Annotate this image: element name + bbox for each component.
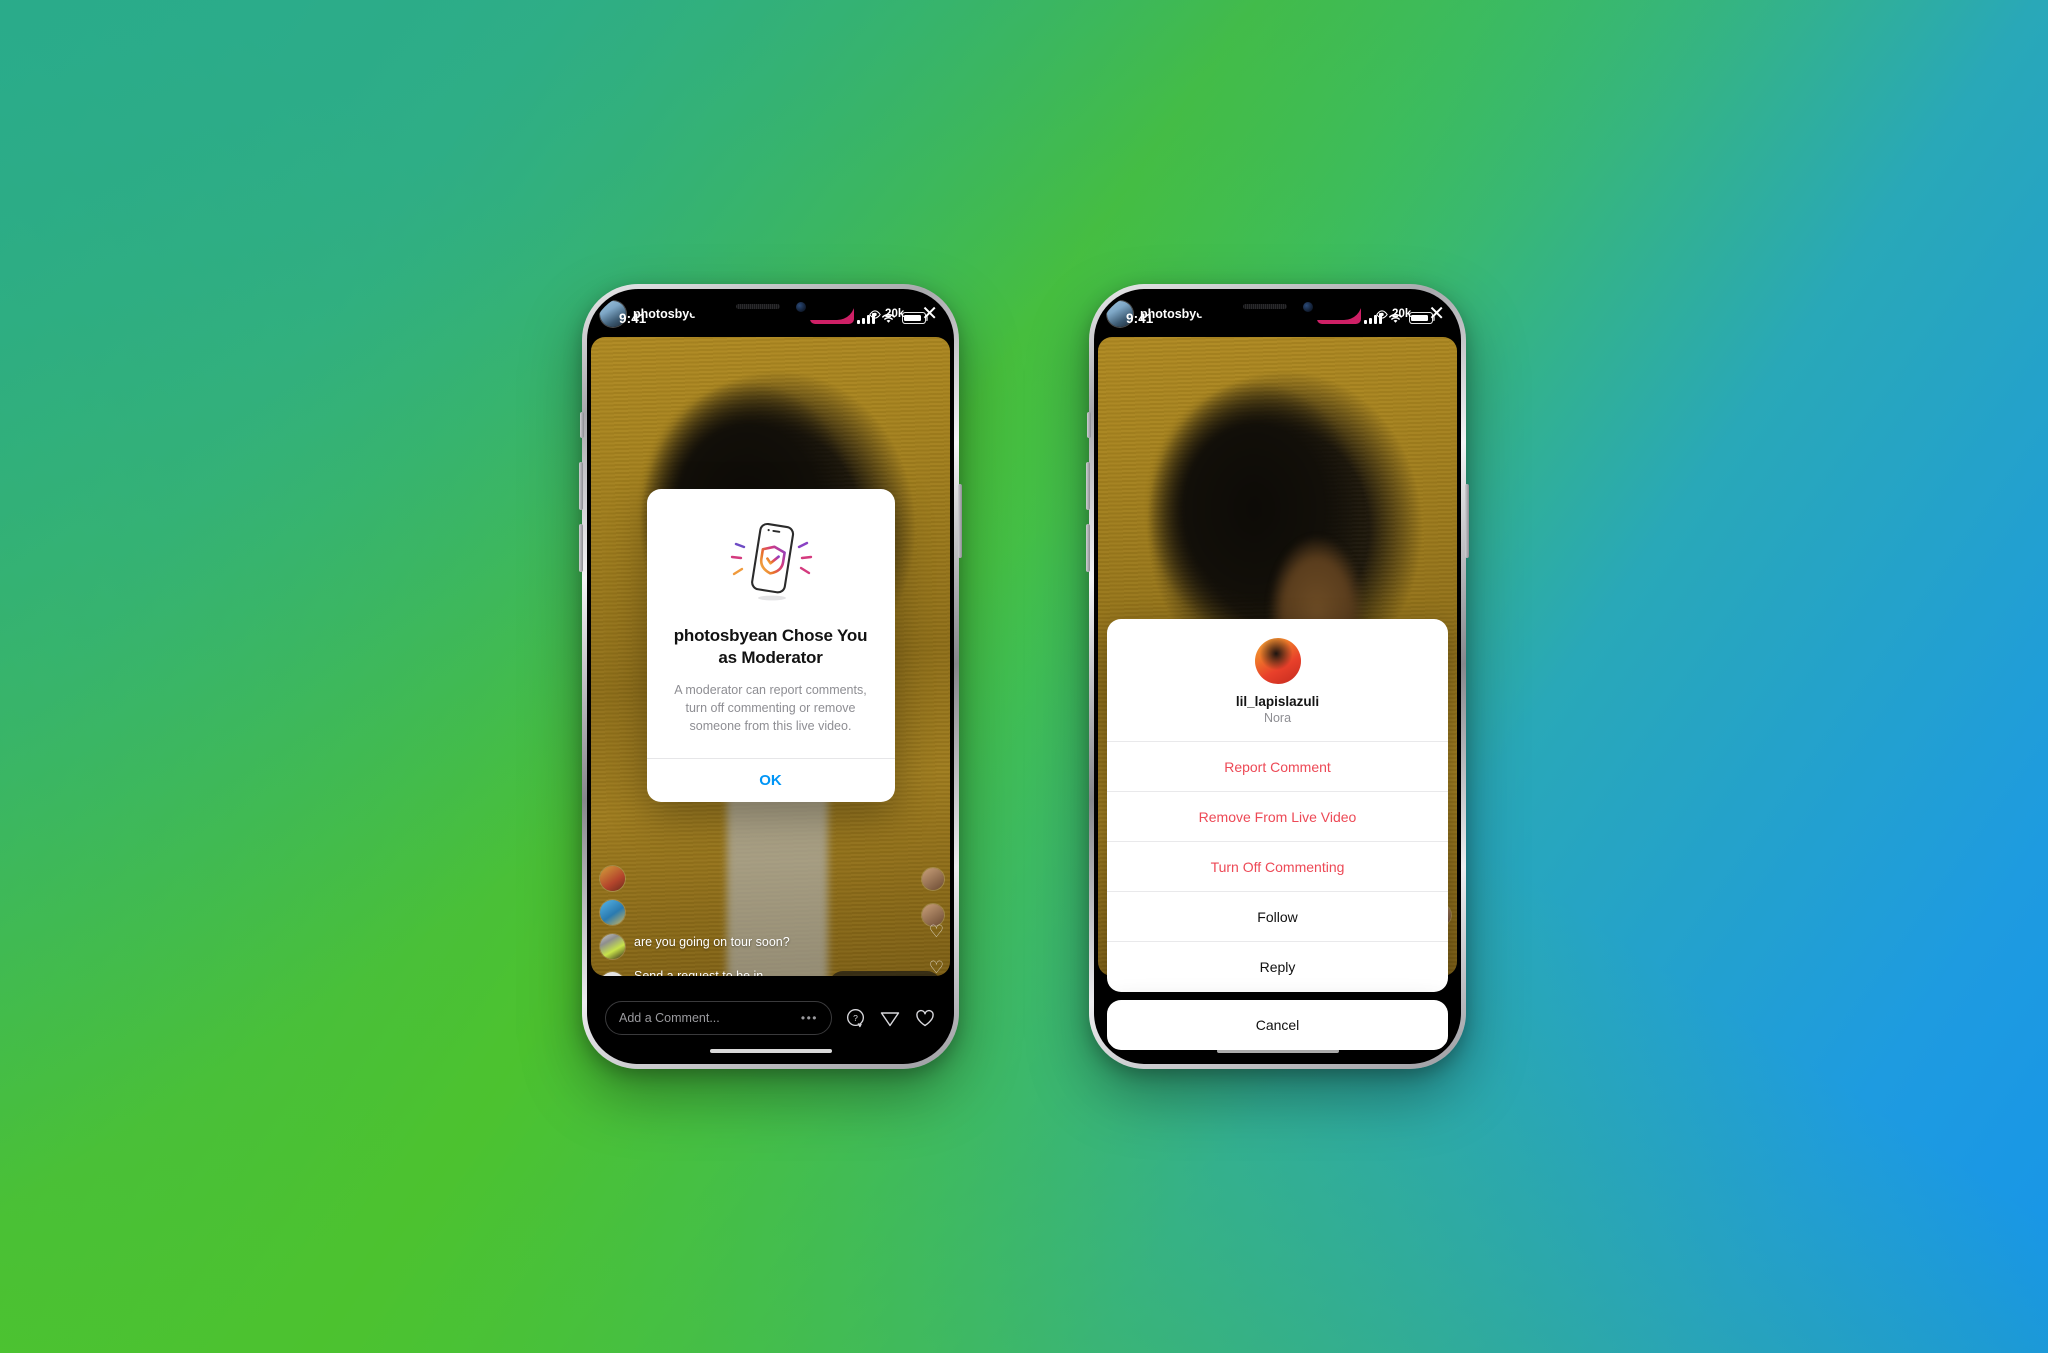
cellular-signal-icon — [1364, 312, 1382, 324]
cancel-button[interactable]: Cancel — [1107, 1000, 1448, 1050]
front-camera-icon — [795, 301, 806, 312]
ok-button[interactable]: OK — [646, 757, 895, 802]
volume-up-button[interactable] — [1086, 462, 1090, 510]
avatar — [600, 866, 625, 891]
wifi-icon — [882, 313, 895, 323]
phone-right-screen: 9:41 photosbyean 20k ✕ lil_lapislazuli N… — [1098, 293, 1457, 1060]
status-bar-time: 9:41 — [1126, 310, 1154, 326]
notch — [1193, 293, 1362, 320]
battery-icon — [1409, 312, 1436, 324]
reply-button[interactable]: Reply — [1107, 942, 1448, 992]
speaker-grille-icon — [735, 304, 780, 309]
comment-input[interactable]: Add a Comment... ••• — [605, 1001, 832, 1035]
list-item — [600, 900, 941, 925]
phone-left: 9:41 photosbyean 20k ✕ ♡ ♡ are you going… — [579, 284, 962, 1069]
action-sheet-header: lil_lapislazuli Nora — [1107, 619, 1448, 742]
phone-left-screen: 9:41 photosbyean 20k ✕ ♡ ♡ are you going… — [591, 293, 950, 1060]
action-sheet-panel: lil_lapislazuli Nora Report Comment Remo… — [1107, 619, 1448, 992]
sheet-real-name: Nora — [1263, 711, 1292, 725]
avatar[interactable] — [1254, 638, 1301, 684]
page-title: photosbyean Chose You as Moderator — [673, 626, 868, 668]
phone-right-bezel: 9:41 photosbyean 20k ✕ lil_lapislazuli N… — [1094, 289, 1461, 1064]
power-button[interactable] — [1465, 484, 1469, 558]
svg-text:?: ? — [853, 1012, 858, 1022]
question-bubble-icon[interactable]: ? — [845, 1008, 866, 1029]
volume-up-button[interactable] — [579, 462, 583, 510]
front-camera-icon — [1302, 301, 1313, 312]
avatar — [600, 900, 625, 925]
comment-bar: Add a Comment... ••• ? — [591, 976, 950, 1060]
phone-right: 9:41 photosbyean 20k ✕ lil_lapislazuli N… — [1086, 284, 1469, 1069]
turn-off-commenting-button[interactable]: Turn Off Commenting — [1107, 842, 1448, 892]
more-options-icon[interactable]: ••• — [801, 1011, 818, 1025]
heart-icon[interactable] — [914, 1007, 936, 1029]
modal-description: A moderator can report comments, turn of… — [674, 683, 867, 734]
list-item — [600, 866, 941, 891]
remove-from-live-video-button[interactable]: Remove From Live Video — [1107, 792, 1448, 842]
status-bar-time: 9:41 — [619, 310, 647, 326]
cellular-signal-icon — [857, 312, 875, 324]
phones-stage: 9:41 photosbyean 20k ✕ ♡ ♡ are you going… — [0, 0, 2048, 1353]
modal-body: photosbyean Chose You as Moderator A mod… — [647, 489, 895, 758]
speaker-grille-icon — [1242, 304, 1287, 309]
silent-switch[interactable] — [580, 412, 584, 438]
follow-button[interactable]: Follow — [1107, 892, 1448, 942]
list-item: are you going on tour soon? — [600, 934, 941, 959]
status-bar-indicators — [1364, 312, 1436, 324]
phone-with-shield-check-icon — [669, 519, 873, 611]
notch — [686, 293, 855, 320]
volume-down-button[interactable] — [579, 524, 583, 572]
comment-text: are you going on tour soon? — [634, 935, 790, 949]
send-icon[interactable] — [879, 1007, 901, 1029]
battery-icon — [902, 312, 929, 324]
status-bar-indicators — [857, 312, 929, 324]
silent-switch[interactable] — [1087, 412, 1091, 438]
sheet-username: lil_lapislazuli — [1235, 694, 1320, 709]
comment-placeholder: Add a Comment... — [619, 1011, 720, 1025]
report-comment-button[interactable]: Report Comment — [1107, 742, 1448, 792]
volume-down-button[interactable] — [1086, 524, 1090, 572]
wifi-icon — [1389, 313, 1402, 323]
home-indicator — [709, 1048, 832, 1053]
power-button[interactable] — [958, 484, 962, 558]
phone-left-bezel: 9:41 photosbyean 20k ✕ ♡ ♡ are you going… — [587, 289, 954, 1064]
comment-action-sheet: lil_lapislazuli Nora Report Comment Remo… — [1107, 619, 1448, 1050]
avatar[interactable] — [600, 934, 625, 959]
moderator-modal: photosbyean Chose You as Moderator A mod… — [646, 489, 895, 802]
